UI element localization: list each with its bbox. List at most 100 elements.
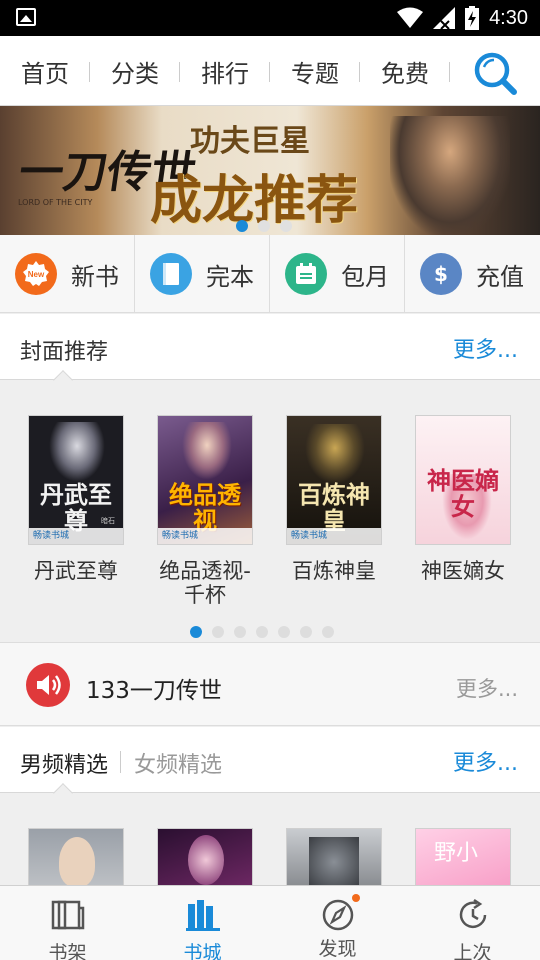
- nav-bookstore[interactable]: 书城: [135, 886, 270, 960]
- book-cover: 神医嫡女: [415, 415, 511, 545]
- cover-title: 神医嫡女: [427, 466, 499, 521]
- cover-publisher-tag: 畅读书城: [158, 528, 252, 544]
- quick-entry-label: 充值: [476, 262, 524, 291]
- picks-header: 男频精选 女频精选 更多...: [0, 727, 540, 803]
- battery-charging-icon: [465, 6, 480, 30]
- banner-celebrity-image: [390, 116, 510, 235]
- cover-recommend-header: 封面推荐 更多...: [0, 314, 540, 390]
- tab-female-picks[interactable]: 女频精选: [134, 747, 222, 779]
- image-notification-icon: [16, 8, 36, 26]
- cover-publisher-tag: 畅读书城: [287, 528, 381, 544]
- cover-author: 暗石: [101, 517, 115, 525]
- new-badge-icon: New: [15, 253, 57, 295]
- history-icon: [459, 898, 486, 928]
- nav-label: 书城: [183, 942, 222, 960]
- promo-banner[interactable]: 一刀传世 LORD OF THE CITY 功夫巨星 成龙推荐: [0, 106, 540, 235]
- cover-title: 百炼神皇: [298, 480, 370, 535]
- book-cover: 丹武至尊 暗石 畅读书城: [28, 415, 124, 545]
- more-link[interactable]: 更多...: [453, 332, 518, 364]
- cover-title: 绝品透视: [169, 480, 241, 535]
- announcement-bar[interactable]: 133一刀传世 更多...: [0, 642, 540, 726]
- quick-entry-monthly[interactable]: 包月: [270, 235, 405, 313]
- tab-ranking[interactable]: 排行: [180, 36, 270, 106]
- book-card[interactable]: 神医嫡女 神医嫡女: [398, 415, 528, 583]
- pager-dot: [278, 626, 290, 638]
- signal-icon: [433, 7, 456, 29]
- pager-dot: [256, 626, 268, 638]
- quick-entry-bar: New 新书 完本 包月 $ 充值: [0, 235, 540, 313]
- nav-last-read[interactable]: 上次: [405, 886, 540, 960]
- header-notch: [53, 370, 73, 390]
- compass-icon-wrap: [320, 894, 360, 932]
- tab-divider: [449, 62, 450, 82]
- cover-art: [49, 422, 105, 482]
- svg-text:New: New: [28, 270, 45, 279]
- book-cover: 百炼神皇 畅读书城: [286, 415, 382, 545]
- banner-title-line1: 功夫巨星: [190, 124, 310, 159]
- book-title: 神医嫡女: [421, 559, 505, 583]
- book-title: 绝品透视-千杯: [159, 559, 251, 607]
- search-icon[interactable]: [470, 50, 520, 96]
- pager-dot: [212, 626, 224, 638]
- more-link[interactable]: 更多...: [456, 673, 518, 703]
- nav-label: 书架: [48, 942, 87, 960]
- tab-category[interactable]: 分类: [90, 36, 180, 106]
- bottom-nav: 书架 书城 发现 上次: [0, 885, 540, 960]
- banner-pager-dot: [258, 220, 270, 232]
- quick-entry-label: 完本: [206, 262, 254, 291]
- book-title: 丹武至尊: [34, 559, 118, 583]
- announcement-text: 133一刀传世: [86, 678, 222, 704]
- tab-divider: [120, 751, 121, 773]
- dollar-icon: $: [420, 253, 462, 295]
- quick-entry-recharge[interactable]: $ 充值: [405, 235, 540, 313]
- cover-publisher-tag: 畅读书城: [29, 528, 123, 544]
- book-card[interactable]: 丹武至尊 暗石 畅读书城 丹武至尊: [11, 415, 141, 583]
- book-cover: 绝品透视 畅读书城: [157, 415, 253, 545]
- nav-discover[interactable]: 发现: [270, 886, 405, 960]
- banner-pager-dot: [280, 220, 292, 232]
- wifi-icon: [397, 7, 424, 28]
- book-card[interactable]: 绝品透视 畅读书城 绝品透视-千杯: [140, 415, 270, 607]
- tab-male-picks[interactable]: 男频精选: [20, 747, 108, 779]
- cover-art: [188, 835, 224, 885]
- nav-label: 上次: [453, 942, 492, 960]
- quick-entry-finished[interactable]: 完本: [135, 235, 270, 313]
- banner-pager-dot: [236, 220, 248, 232]
- cover-art: [182, 422, 232, 480]
- calendar-icon: [285, 253, 327, 295]
- quick-entry-label: 包月: [341, 262, 389, 291]
- tab-free[interactable]: 免费: [360, 36, 450, 106]
- status-bar: 4:30: [0, 0, 540, 36]
- nav-bookshelf[interactable]: 书架: [0, 886, 135, 960]
- book-icon: [150, 253, 192, 295]
- notification-dot: [351, 894, 360, 902]
- bookstore-icon: [185, 900, 220, 931]
- banner-game-logo-subtitle: LORD OF THE CITY: [18, 198, 93, 207]
- cover-pager: [190, 623, 344, 642]
- cover-title: 丹武至尊: [40, 480, 112, 535]
- book-card[interactable]: 百炼神皇 畅读书城 百炼神皇: [269, 415, 399, 583]
- book-title: 百炼神皇: [292, 559, 376, 583]
- pager-dot: [322, 626, 334, 638]
- tab-home[interactable]: 首页: [0, 36, 90, 106]
- tab-topics[interactable]: 专题: [270, 36, 360, 106]
- cover-title: 野小: [434, 841, 479, 866]
- banner-pager: [236, 217, 302, 236]
- compass-icon: [322, 899, 353, 931]
- nav-label: 发现: [318, 938, 357, 960]
- quick-entry-new-books[interactable]: New 新书: [0, 235, 135, 313]
- pager-dot: [234, 626, 246, 638]
- more-link[interactable]: 更多...: [453, 745, 518, 777]
- header-notch: [53, 783, 73, 803]
- clock: 4:30: [489, 6, 528, 29]
- pager-dot: [190, 626, 202, 638]
- section-title: 封面推荐: [20, 340, 109, 365]
- bookshelf-icon: [51, 900, 84, 930]
- top-tab-bar: 首页 分类 排行 专题 免费: [0, 36, 540, 106]
- quick-entry-label: 新书: [71, 262, 119, 291]
- cover-art: [309, 837, 359, 887]
- pager-dot: [300, 626, 312, 638]
- cover-art: [59, 837, 95, 887]
- speaker-icon: [26, 663, 70, 707]
- cover-art: [305, 424, 365, 484]
